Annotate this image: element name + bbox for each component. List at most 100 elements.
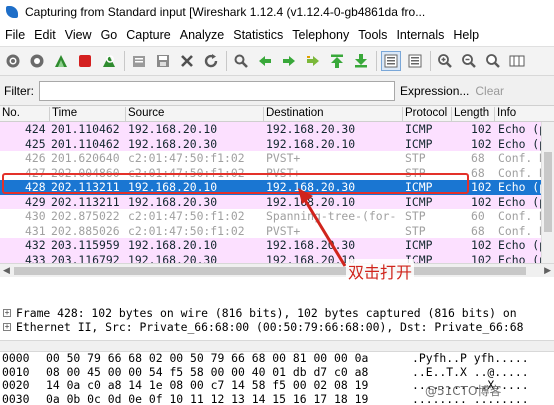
expand-icon[interactable]: + — [3, 323, 11, 331]
packet-src: 192.168.20.10 — [128, 238, 218, 252]
packet-list: No. Time Source Destination Protocol Len… — [0, 106, 554, 263]
menu-item-telephony[interactable]: Telephony — [287, 28, 353, 42]
last-packet-icon[interactable] — [352, 52, 370, 70]
packet-dst: 192.168.20.30 — [266, 238, 356, 252]
packet-list-vertical-scrollbar[interactable] — [541, 122, 554, 263]
restart-capture-icon[interactable] — [100, 52, 118, 70]
scrollbar-thumb[interactable] — [544, 152, 552, 232]
pane-splitter[interactable] — [0, 340, 554, 352]
packet-no: 429 — [25, 194, 46, 209]
packet-info: Echo (p — [498, 136, 547, 151]
close-file-icon[interactable] — [178, 52, 196, 70]
packet-info: Echo (p — [498, 238, 547, 252]
packet-info: Conf. R — [498, 165, 547, 180]
hex-bytes: 0a 0b 0c 0d 0e 0f 10 11 12 13 14 15 16 1… — [46, 391, 369, 405]
scroll-left-icon[interactable]: ◀ — [3, 266, 10, 276]
column-destination[interactable]: Destination — [263, 107, 324, 122]
column-protocol[interactable]: Protocol — [402, 107, 447, 122]
interfaces-icon[interactable] — [4, 52, 22, 70]
detail-ethernet[interactable]: + Ethernet II, Src: Private_66:68:00 (00:… — [0, 320, 554, 334]
packet-no: 426 — [25, 151, 46, 165]
packet-src: 192.168.20.10 — [128, 180, 218, 194]
save-file-icon[interactable] — [154, 52, 172, 70]
menu-item-go[interactable]: Go — [96, 28, 122, 42]
expression-button[interactable]: Expression... — [400, 84, 469, 98]
zoom-out-icon[interactable] — [460, 52, 478, 70]
packet-len: 68 — [471, 151, 485, 165]
packet-row[interactable]: 424 201.110462 192.168.20.10 192.168.20.30 I… — [0, 122, 554, 137]
filter-input[interactable] — [39, 80, 395, 101]
start-capture-icon[interactable] — [52, 52, 70, 70]
packet-row[interactable]: 429 202.113211 192.168.20.30 192.168.20.10 I… — [0, 194, 554, 209]
toolbar-separator — [226, 51, 227, 71]
open-file-icon[interactable] — [130, 52, 148, 70]
menu-item-tools[interactable]: Tools — [353, 28, 391, 42]
find-icon[interactable] — [232, 52, 250, 70]
menu-item-help[interactable]: Help — [448, 28, 483, 42]
hex-line[interactable]: 0010 08 00 45 00 00 54 f5 58 00 00 40 01 … — [0, 364, 554, 380]
column-length[interactable]: Length — [451, 107, 489, 122]
options-icon[interactable] — [28, 52, 46, 70]
packet-len: 102 — [471, 252, 492, 264]
menu-item-edit[interactable]: Edit — [29, 28, 60, 42]
clear-button[interactable]: Clear — [475, 84, 504, 98]
packet-src: c2:01:47:50:f1:02 — [128, 223, 245, 238]
hex-bytes: 00 50 79 66 68 02 00 50 79 66 68 00 81 0… — [46, 352, 369, 365]
packet-proto: ICMP — [405, 194, 433, 209]
go-forward-icon[interactable] — [280, 52, 298, 70]
packet-time: 202.113211 — [51, 194, 120, 209]
menu-item-capture[interactable]: Capture — [121, 28, 174, 42]
hex-line[interactable]: 0000 00 50 79 66 68 02 00 50 79 66 68 00 … — [0, 352, 554, 366]
column-no[interactable]: No. — [0, 107, 20, 122]
detail-frame[interactable]: + Frame 428: 102 bytes on wire (816 bits)… — [0, 306, 554, 320]
colorize-icon[interactable] — [381, 51, 401, 71]
packet-row[interactable]: 428 202.113211 192.168.20.10 192.168.20.30 I… — [0, 180, 554, 195]
menu-item-view[interactable]: View — [60, 28, 96, 42]
column-info[interactable]: Info — [494, 107, 516, 122]
packet-dst: 192.168.20.30 — [266, 180, 356, 194]
packet-row[interactable]: 433 203.116792 192.168.20.30 192.168.20.10 I… — [0, 252, 554, 264]
packet-dst: 192.168.20.10 — [266, 194, 356, 209]
title-bar: Capturing from Standard input [Wireshark… — [0, 0, 554, 24]
menu-item-internals[interactable]: Internals — [391, 28, 448, 42]
go-to-packet-icon[interactable] — [304, 52, 322, 70]
resize-columns-icon[interactable] — [508, 52, 526, 70]
hex-off: 0010 — [2, 364, 30, 379]
scroll-right-icon[interactable]: ▶ — [544, 266, 551, 276]
packet-no: 431 — [25, 223, 46, 238]
packet-src: 192.168.20.30 — [128, 194, 218, 209]
packet-row[interactable]: 426 201.620640 c2:01:47:50:f1:02 PVST+ STP 68… — [0, 151, 554, 166]
packet-time: 201.110462 — [51, 122, 120, 136]
column-time[interactable]: Time — [49, 107, 77, 122]
packet-row[interactable]: 425 201.110462 192.168.20.30 192.168.20.10 I… — [0, 136, 554, 151]
packet-list-horizontal-scrollbar[interactable]: ◀ ▶ — [0, 263, 554, 277]
menu-item-analyze[interactable]: Analyze — [175, 28, 228, 42]
column-source[interactable]: Source — [125, 107, 164, 122]
scrollbar-thumb[interactable] — [14, 267, 526, 275]
autoscroll-icon[interactable] — [406, 52, 424, 70]
menu-item-file[interactable]: File — [0, 28, 29, 42]
filter-label: Filter: — [4, 83, 34, 98]
packet-row[interactable]: 427 202.004860 c2:01:47:50:f1:02 PVST+ STP 68… — [0, 165, 554, 180]
hex-bytes: 08 00 45 00 00 54 f5 58 00 00 40 01 db d… — [46, 364, 369, 379]
normal-size-icon[interactable] — [484, 52, 502, 70]
stop-capture-icon[interactable] — [76, 52, 94, 70]
packet-row[interactable]: 431 202.885026 c2:01:47:50:f1:02 PVST+ STP 68… — [0, 223, 554, 238]
packet-row[interactable]: 430 202.875022 c2:01:47:50:f1:02 Spanning-t… — [0, 209, 554, 224]
hex-ascii: .Pyfh..P yfh..... — [412, 352, 529, 365]
expand-icon[interactable]: + — [3, 309, 11, 317]
packet-len: 102 — [471, 136, 492, 151]
hex-ascii: ..E..T.X ..@..... — [412, 364, 529, 379]
menu-item-statistics[interactable]: Statistics — [228, 28, 287, 42]
packet-no: 432 — [25, 238, 46, 252]
packet-info: Conf. R — [498, 223, 547, 238]
reload-icon[interactable] — [202, 52, 220, 70]
first-packet-icon[interactable] — [328, 52, 346, 70]
packet-row[interactable]: 432 203.115959 192.168.20.10 192.168.20.30 I… — [0, 238, 554, 253]
toolbar-separator — [376, 51, 377, 71]
go-back-icon[interactable] — [256, 52, 274, 70]
packet-src: c2:01:47:50:f1:02 — [128, 209, 245, 223]
zoom-in-icon[interactable] — [436, 52, 454, 70]
packet-proto: ICMP — [405, 180, 433, 194]
packet-list-header: No. Time Source Destination Protocol Len… — [0, 106, 554, 122]
